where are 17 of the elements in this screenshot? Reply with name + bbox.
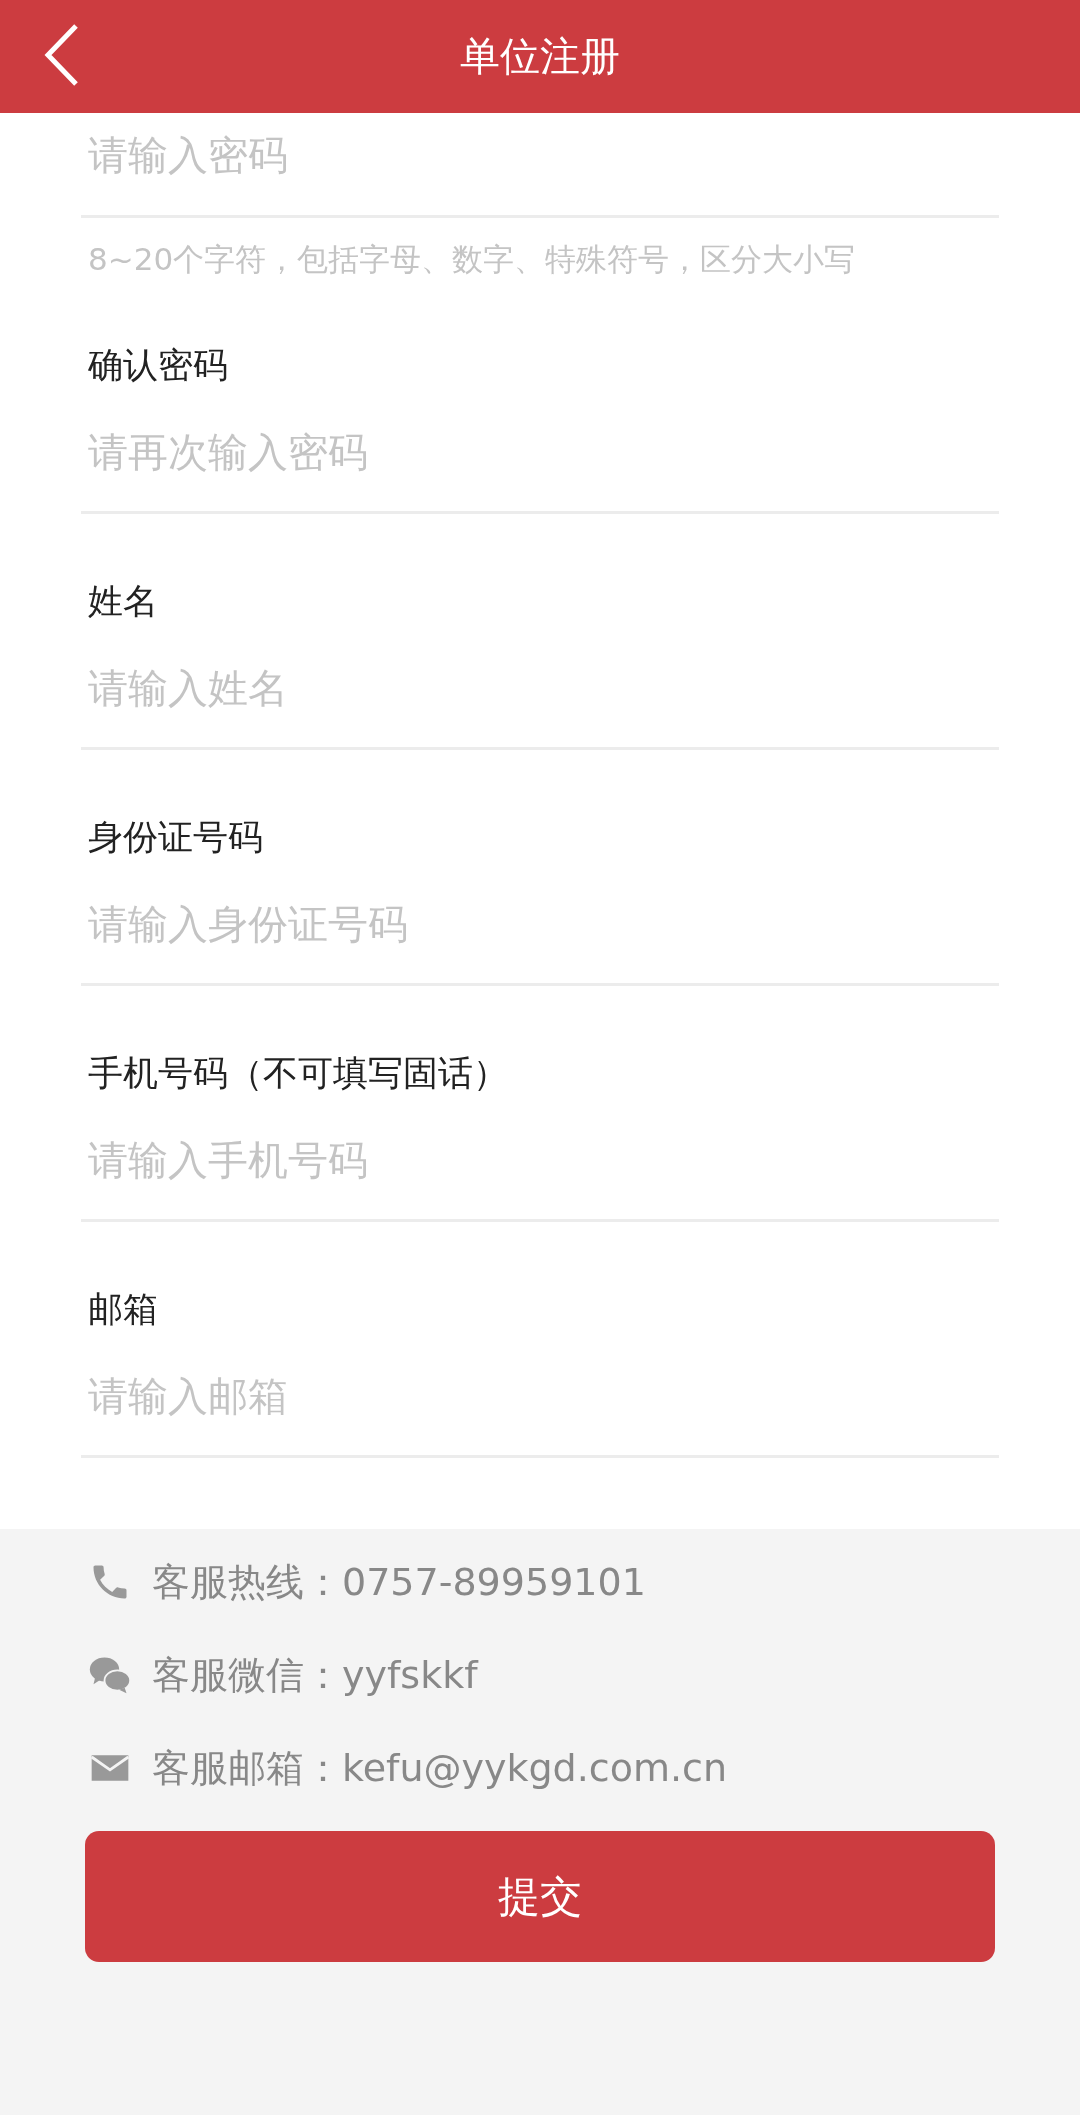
contact-text: 客服邮箱：kefu@yykgd.com.cn (152, 1744, 727, 1792)
input-field[interactable]: 请输入姓名 (81, 653, 999, 723)
input-field[interactable]: 请再次输入密码 (81, 417, 999, 487)
field-label: 身份证号码 (87, 816, 264, 859)
input-field[interactable]: 请输入邮箱 (81, 1361, 999, 1431)
input-field[interactable]: 请输入身份证号码 (81, 889, 999, 959)
field-label: 确认密码 (87, 344, 229, 387)
contact-text: 客服微信：yyfskkf (152, 1651, 478, 1699)
page-title: 单位注册 (460, 32, 620, 81)
field-label: 手机号码（不可填写固话） (87, 1052, 509, 1095)
password-hint: 8~20个字符，包括字母、数字、特殊符号，区分大小写 (88, 240, 857, 279)
contact-text: 客服热线：0757-89959101 (152, 1558, 646, 1606)
field-label: 姓名 (87, 580, 159, 623)
submit-button[interactable]: 提交 (85, 1831, 995, 1962)
input-field[interactable]: 请输入手机号码 (81, 1125, 999, 1195)
field-label: 邮箱 (87, 1288, 159, 1331)
password-field[interactable]: 请输入密码 (81, 120, 999, 190)
